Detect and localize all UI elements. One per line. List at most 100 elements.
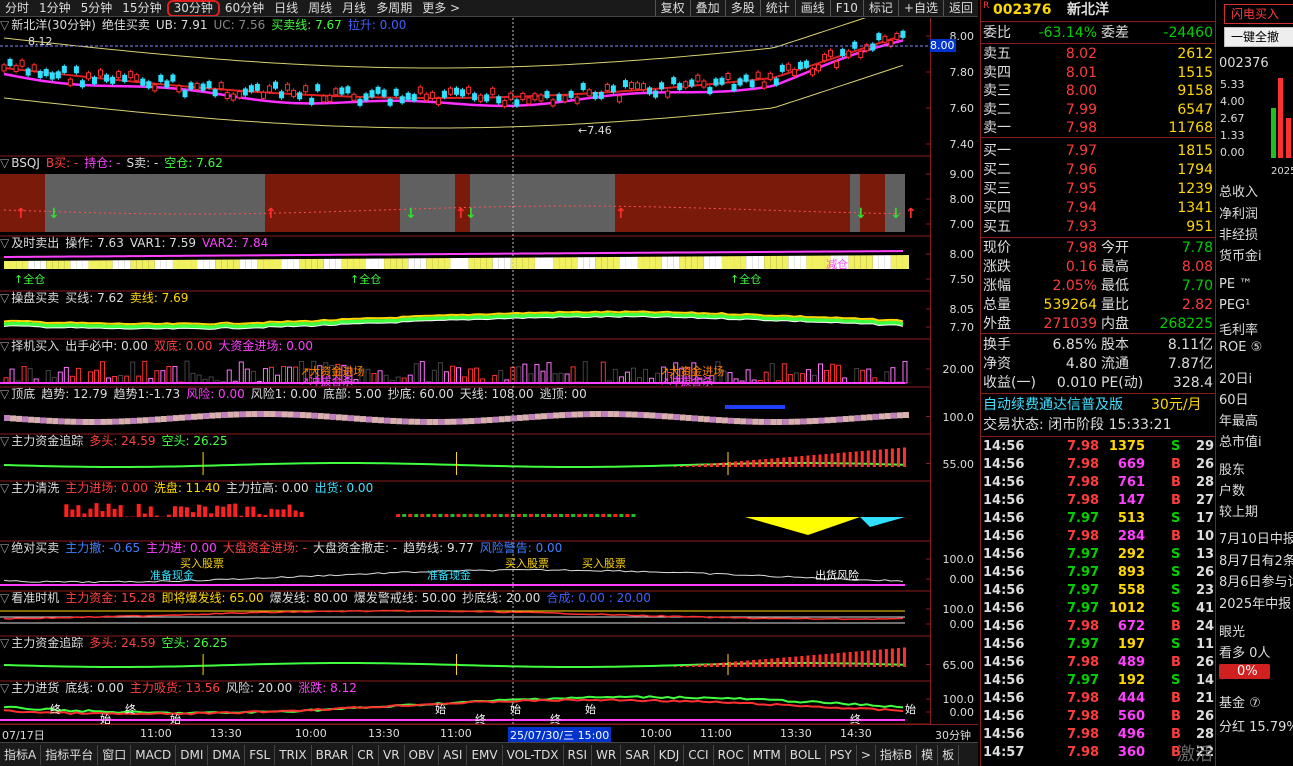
indicator-tab-24[interactable]: > [857,744,876,765]
indicator-tab-18[interactable]: KDJ [655,744,685,765]
indicator-tab-15[interactable]: RSI [564,744,593,765]
period-tab-9[interactable]: 多周期 [371,0,417,16]
indicator-tab-4[interactable]: DMI [176,744,209,765]
candle-body [218,82,224,90]
candle-body [429,91,435,99]
wash-bar [414,514,419,517]
bull-bar [818,654,822,667]
indicator-tab-19[interactable]: CCI [684,744,714,765]
collapse-icon[interactable]: ▽ [0,387,9,401]
indicator-tab-6[interactable]: FSL [245,744,276,765]
fill-bar [263,259,270,269]
indicator-value: 买线: 7.62 [65,291,124,305]
trend-block [721,417,728,424]
pane-header-zlzj2: ▽ 主力资金追踪 多头: 24.59 空头: 26.25 [0,636,234,651]
period-tab-5[interactable]: 60分钟 [220,0,269,16]
collapse-icon[interactable]: ▽ [0,291,9,305]
period-tab-0[interactable]: 分时 [0,0,34,16]
indicator-tab-2[interactable]: 窗口 [98,744,132,765]
indicator-tab-26[interactable]: 模 [917,744,939,765]
indicator-tab-12[interactable]: ASI [439,744,468,765]
period-tab-8[interactable]: 月线 [337,0,371,16]
volume-bar [582,361,588,384]
wash-bar [408,514,413,517]
bull-bar [884,449,888,467]
period-tab-3[interactable]: 15分钟 [117,0,166,16]
toolbar-btn-1[interactable]: 叠加 [689,0,725,16]
collapse-icon[interactable]: ▽ [0,434,9,448]
indicator-tab-14[interactable]: VOL-TDX [503,744,564,765]
collapse-icon[interactable]: ▽ [0,339,9,353]
entry-bar [209,513,214,517]
indicator-tab-21[interactable]: MTM [749,744,786,765]
candle-body [532,93,538,101]
trend-block [172,415,179,422]
indicator-tab-20[interactable]: ROC [714,744,749,765]
fill-bar [752,256,759,269]
toolbar-btn-7[interactable]: +自选 [897,0,943,16]
indicator-tab-3[interactable]: MACD [131,744,177,765]
trend-block [317,413,324,420]
chart-panels[interactable]: ↑ ↓ ↑ ↓ ↑ ↓ ↑ ↓ ↓ ↑ ▽ 新北洋(30分钟) 绝佳买卖 UB: 7.91 UC: 7.5… [0,18,956,726]
toolbar-btn-6[interactable]: 标记 [862,0,898,16]
trend-block [233,411,240,418]
indicator-tab-0[interactable]: 指标A [0,744,42,765]
trend-block [148,416,155,423]
toolbar-btn-0[interactable]: 复权 [654,0,690,16]
indicator-tab-16[interactable]: WR [592,744,622,765]
indicator-tab-23[interactable]: PSY [826,744,857,765]
collapse-icon[interactable]: ▽ [0,681,9,695]
fill-bar [553,257,560,269]
collapse-icon[interactable]: ▽ [0,18,9,32]
toolbar-btn-8[interactable]: 返回 [942,0,978,16]
trend-block [432,418,439,425]
indicator-tab-1[interactable]: 指标平台 [41,744,99,765]
period-tab-7[interactable]: 周线 [303,0,337,16]
fill-bar [160,259,167,269]
indicator-tab-7[interactable]: TRIX [275,744,312,765]
collapse-icon[interactable]: ▽ [0,481,9,495]
trend-block [76,418,83,425]
toolbar-btn-2[interactable]: 多股 [724,0,760,16]
ad-banner[interactable]: 自动续费通达信普及版 30元/月 [981,396,1215,414]
candle-body [297,92,303,100]
flash-buy-button[interactable]: 闪电买入 [1224,4,1293,24]
fill-bar [498,257,505,269]
toolbar-btn-5[interactable]: F10 [829,0,863,16]
indicator-tab-5[interactable]: DMA [208,744,246,765]
indicator-chart-canvas[interactable]: ↑ ↓ ↑ ↓ ↑↓ ↑ ↓ ↓ ↑ [0,18,930,724]
fill-bar [697,256,704,269]
collapse-icon[interactable]: ▽ [0,156,9,170]
indicator-tab-8[interactable]: BRAR [312,744,354,765]
cancel-all-button[interactable]: 一键全撤 [1224,27,1293,47]
collapse-icon[interactable]: ▽ [0,541,9,555]
indicator-tab-27[interactable]: 板 [938,744,960,765]
axis-label: 8.05 [949,303,975,316]
indicator-tab-13[interactable]: EMV [467,744,503,765]
indicator-tab-22[interactable]: BOLL [786,744,826,765]
indicator-tab-17[interactable]: SAR [621,744,655,765]
period-tab-2[interactable]: 5分钟 [76,0,118,16]
indicator-tab-10[interactable]: VR [379,744,405,765]
period-tab-4[interactable]: 30分钟 [166,0,220,16]
wash-bar [534,514,539,517]
trend-block [221,411,228,418]
indicator-tab-25[interactable]: 指标B [876,744,918,765]
signal-note: 买入股票 [505,557,549,570]
volume-bar [383,374,389,384]
collapse-icon[interactable]: ▽ [0,591,9,605]
volume-bar [522,363,528,384]
period-tab-1[interactable]: 1分钟 [34,0,76,16]
toolbar-btn-3[interactable]: 统计 [759,0,795,16]
indicator-tabs: 指标A 指标平台 窗口 MACD DMI DMA FSL TRIX BRAR CR VR OBV ASI… [0,742,978,766]
indicator-tab-9[interactable]: CR [353,744,379,765]
volume-bar [100,361,106,384]
bid-row: 买一 7.97 1815 [983,143,1213,159]
period-tab-6[interactable]: 日线 [269,0,303,16]
collapse-icon[interactable]: ▽ [0,236,9,250]
indicator-tab-11[interactable]: OBV [405,744,440,765]
collapse-icon[interactable]: ▽ [0,636,9,650]
fill-bar [818,255,825,269]
period-tab-10[interactable]: 更多 > [417,0,465,16]
toolbar-btn-4[interactable]: 画线 [794,0,830,16]
